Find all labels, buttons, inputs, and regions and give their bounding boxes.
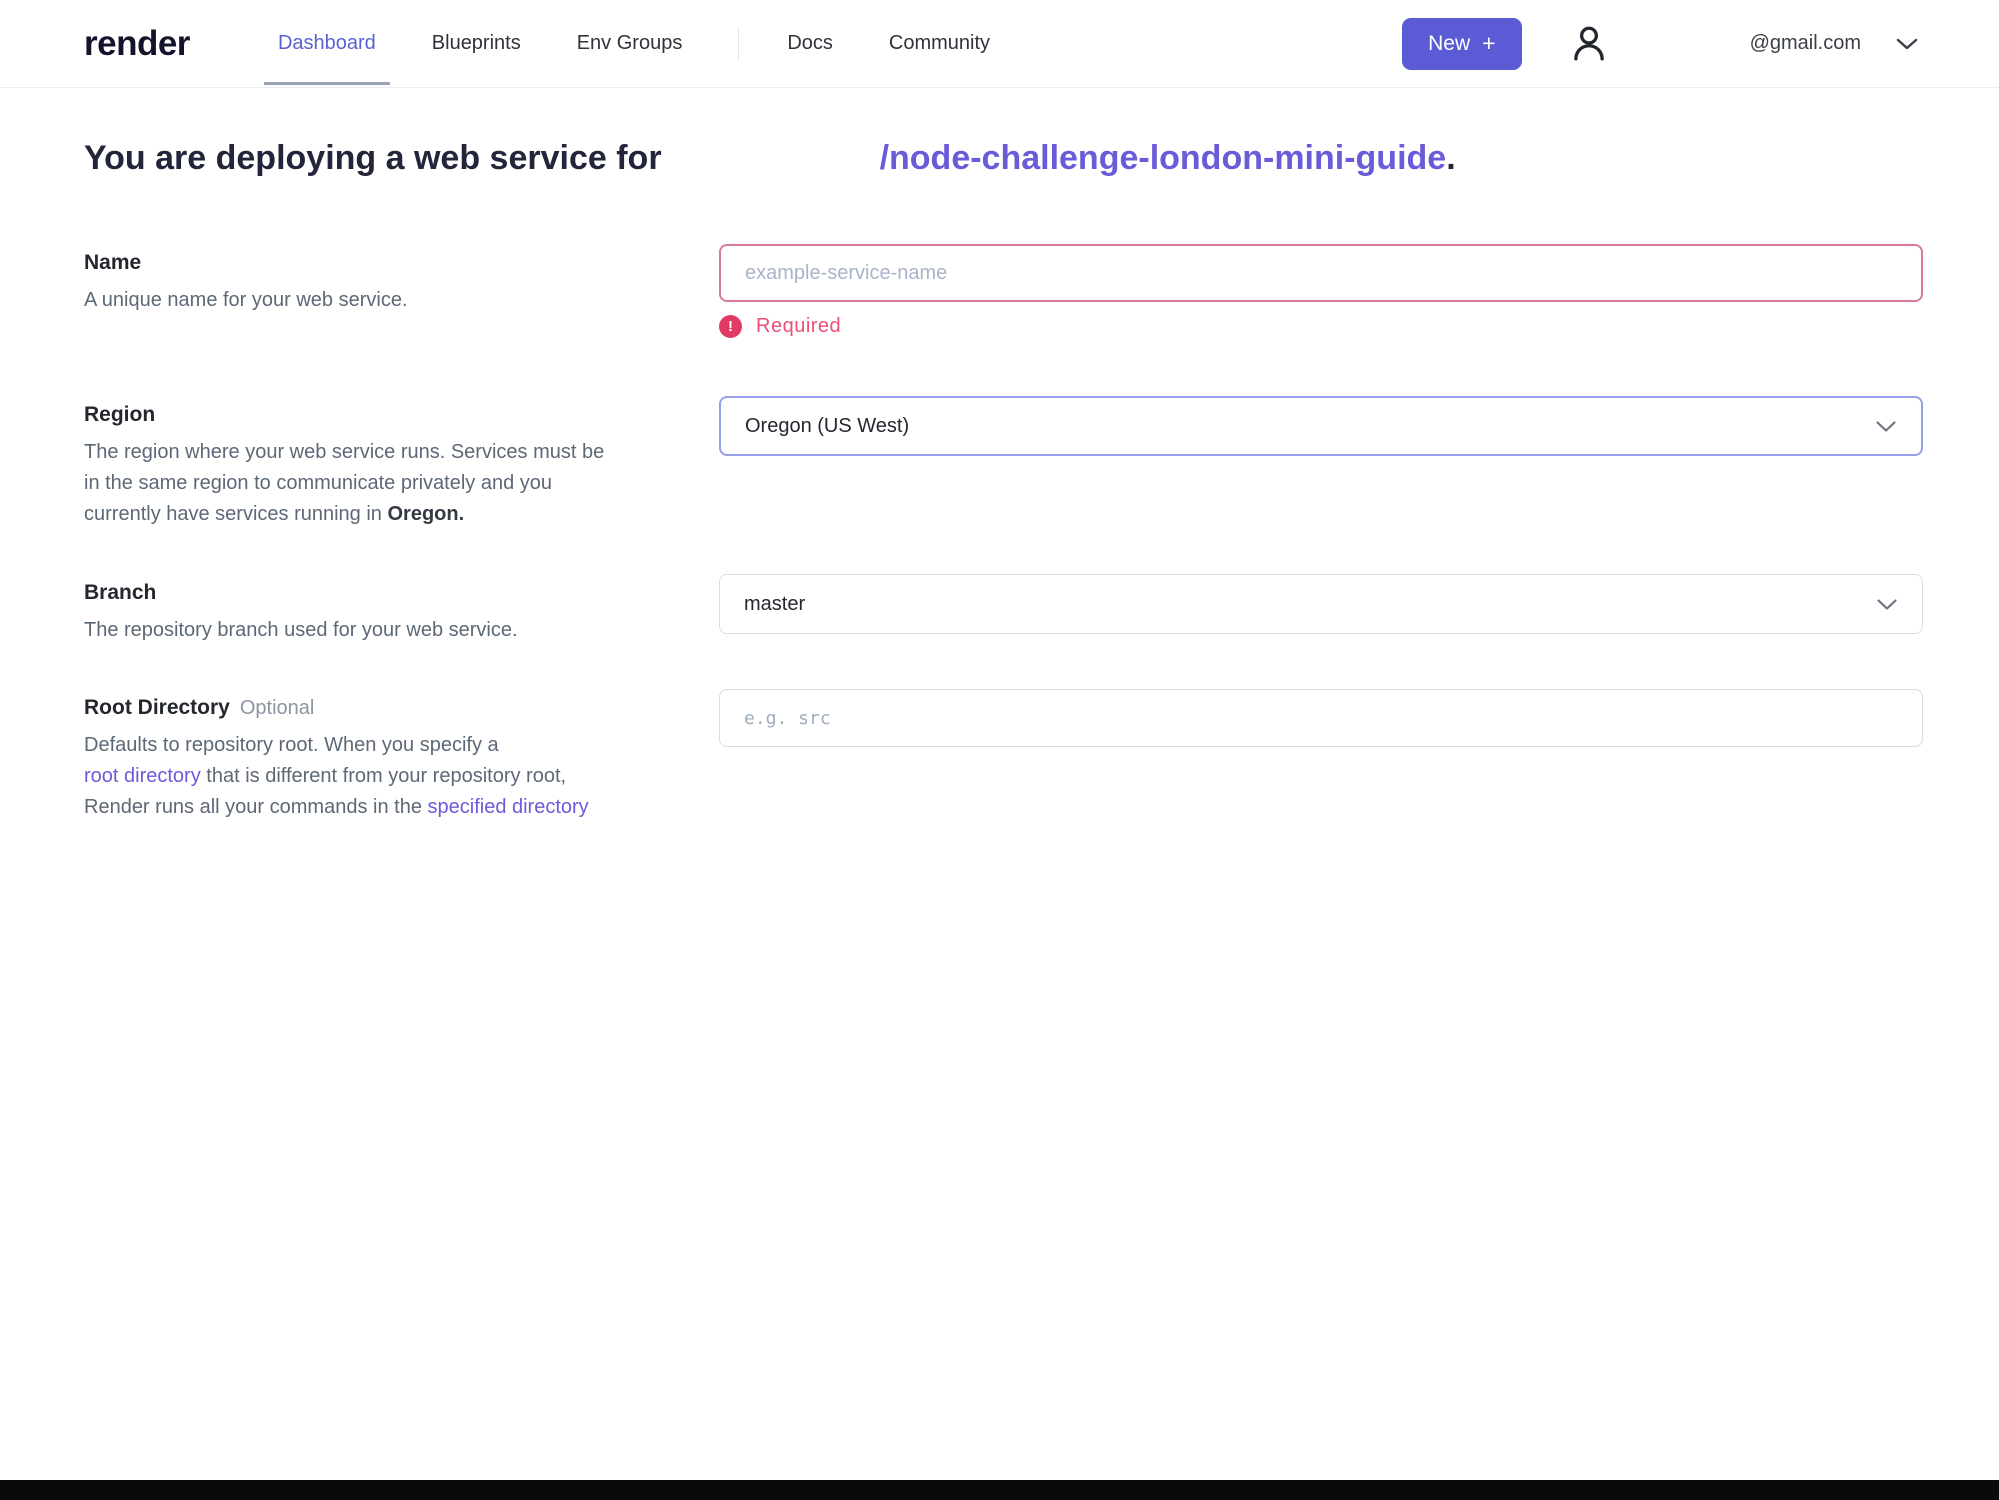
region-chevron-down-icon [1875, 420, 1897, 433]
optional-tag: Optional [239, 697, 315, 719]
bottom-bar [0, 1480, 1999, 1500]
new-button-label: New [1428, 31, 1471, 55]
region-select-value: Oregon (US West) [745, 414, 910, 437]
root-directory-label-column: Root Directory Optional Defaults to repos… [84, 689, 669, 823]
plus-icon: + [1482, 30, 1496, 56]
nav-item-blueprints[interactable]: Blueprints [432, 32, 521, 55]
error-alert-icon: ! [719, 315, 742, 338]
name-description: A unique name for your web service. [84, 289, 408, 311]
render-logo[interactable]: render [84, 24, 190, 64]
branch-select-value: master [744, 592, 806, 615]
branch-select[interactable]: master [719, 574, 1923, 634]
name-error-row: ! Required [719, 315, 1923, 338]
new-button[interactable]: New + [1402, 17, 1522, 70]
name-label: Name [84, 251, 142, 274]
main-content: You are deploying a web service for/node… [0, 136, 1999, 823]
root-desc-line2: that is different from your repository r… [200, 765, 567, 787]
region-label-column: Region The region where your web service… [84, 396, 669, 530]
branch-field-column: master [719, 574, 1923, 634]
root-directory-description: Defaults to repository root. When you sp… [84, 730, 669, 823]
form-row-root-directory: Root Directory Optional Defaults to repos… [84, 689, 1923, 823]
branch-description: The repository branch used for your web … [84, 619, 518, 641]
nav-item-env-groups[interactable]: Env Groups [577, 32, 683, 55]
region-desc-oregon: Oregon. [387, 503, 465, 525]
top-nav: render Dashboard Blueprints Env Groups D… [0, 0, 1999, 88]
region-desc-line3: currently have services running in [84, 503, 388, 525]
root-desc-line3: Render runs all your commands in the [84, 796, 428, 818]
region-label: Region [84, 403, 156, 426]
root-directory-link[interactable]: root directory [84, 765, 201, 787]
user-profile-icon[interactable] [1568, 23, 1610, 65]
page-title-prefix: You are deploying a web service for [84, 139, 662, 177]
root-directory-label-text: Root Directory [84, 696, 230, 719]
root-directory-field-column [719, 689, 1923, 747]
form-row-name: Name A unique name for your web service.… [84, 244, 1923, 338]
form-row-region: Region The region where your web service… [84, 396, 1923, 530]
form-row-branch: Branch The repository branch used for yo… [84, 574, 1923, 646]
deploy-form: Name A unique name for your web service.… [84, 244, 1923, 823]
root-desc-line1: Defaults to repository root. When you sp… [84, 734, 499, 756]
name-field-column: ! Required [719, 244, 1923, 338]
region-select[interactable]: Oregon (US West) [719, 396, 1923, 456]
branch-chevron-down-icon [1876, 598, 1898, 611]
branch-label: Branch [84, 581, 157, 604]
service-name-input[interactable] [719, 244, 1923, 302]
nav-item-docs[interactable]: Docs [787, 32, 833, 55]
region-field-column: Oregon (US West) [719, 396, 1923, 456]
repo-link[interactable]: /node-challenge-london-mini-guide [880, 139, 1447, 177]
nav-item-dashboard[interactable]: Dashboard [263, 32, 390, 85]
nav-item-community[interactable]: Community [889, 32, 990, 55]
account-chevron-down-icon[interactable] [1895, 37, 1919, 51]
name-label-column: Name A unique name for your web service. [84, 244, 669, 316]
specified-directory-link[interactable]: specified directory [428, 796, 589, 818]
region-desc-line2: in the same region to communicate privat… [84, 472, 553, 494]
nav-divider [738, 26, 740, 61]
name-error-text: Required [756, 315, 842, 337]
region-desc-line1: The region where your web service runs. … [84, 441, 605, 463]
region-description: The region where your web service runs. … [84, 437, 669, 530]
account-email[interactable]: @gmail.com [1750, 32, 1861, 55]
root-directory-input[interactable] [719, 689, 1923, 747]
redacted-repo-owner [662, 159, 880, 169]
page-title-suffix: . [1446, 139, 1456, 177]
branch-label-column: Branch The repository branch used for yo… [84, 574, 669, 646]
root-directory-label: Root Directory Optional [84, 694, 669, 722]
page-title: You are deploying a web service for/node… [84, 136, 1923, 180]
